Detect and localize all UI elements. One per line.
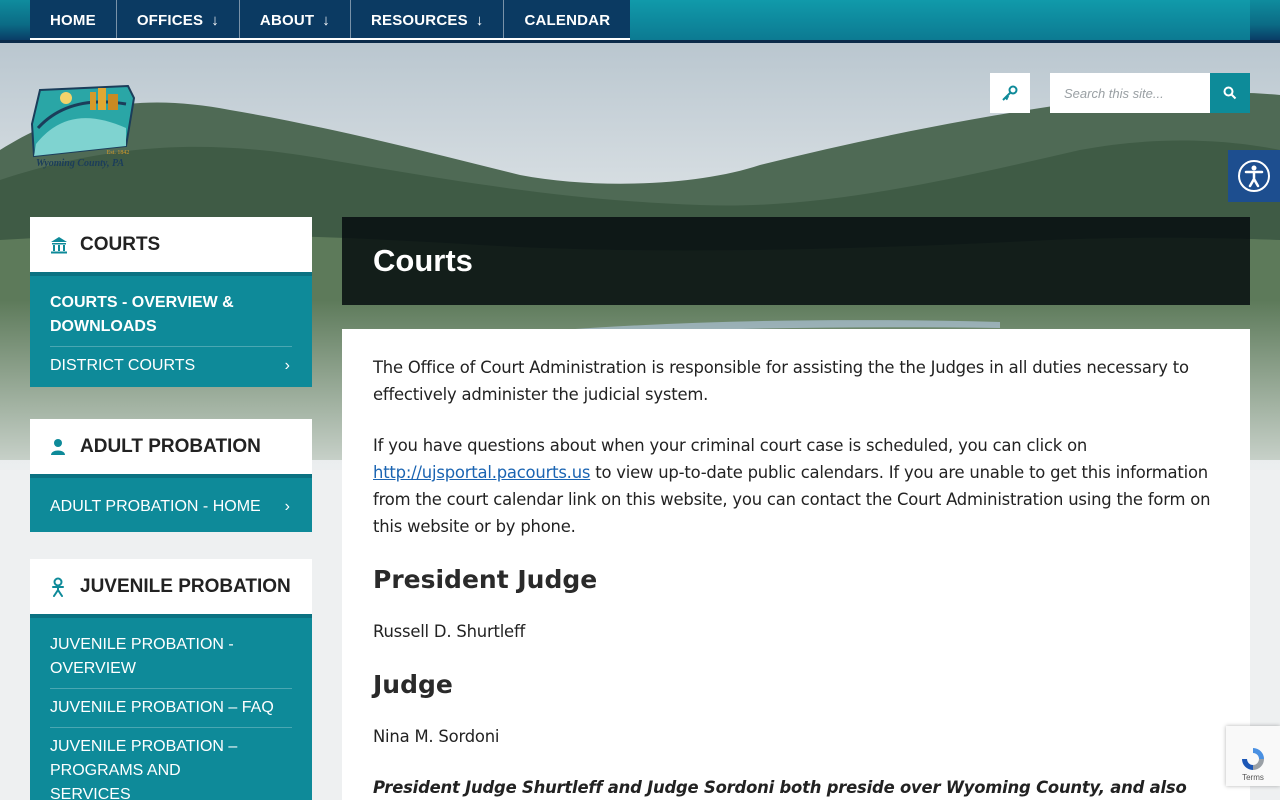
sidebar-item-juvenile-programs[interactable]: JUVENILE PROBATION – PROGRAMS AND SERVIC…: [50, 728, 292, 800]
nav-offices-label: OFFICES: [136, 11, 204, 29]
nav-home-label: HOME: [50, 11, 96, 29]
nav-resources[interactable]: RESOURCES ↓: [351, 0, 505, 40]
chevron-right-icon: ›: [284, 498, 290, 515]
sidebar-courts-list: COURTS - OVERVIEW & DOWNLOADS DISTRICT C…: [30, 276, 312, 387]
calendar-paragraph-text: If you have questions about when your cr…: [373, 436, 1088, 455]
arrow-down-icon: ↓: [475, 11, 484, 29]
sidebar-courts: COURTS COURTS - OVERVIEW & DOWNLOADS DIS…: [30, 217, 312, 387]
nav-about[interactable]: ABOUT ↓: [240, 0, 351, 40]
ujs-portal-link[interactable]: http://ujsportal.pacourts.us: [373, 463, 590, 482]
sidebar-item-label: JUVENILE PROBATION - OVERVIEW: [50, 636, 234, 677]
arrow-down-icon: ↓: [322, 11, 330, 29]
chevron-right-icon: ›: [284, 357, 290, 374]
sidebar-item-label: ADULT PROBATION - HOME: [50, 498, 261, 515]
page-title-bar: Courts: [342, 217, 1250, 305]
search-button[interactable]: [1210, 73, 1250, 113]
main-content: The Office of Court Administration is re…: [342, 329, 1250, 800]
sidebar-courts-heading-label: COURTS: [80, 233, 161, 255]
recaptcha-badge[interactable]: Terms: [1226, 726, 1280, 786]
sidebar-juvenile-probation: JUVENILE PROBATION JUVENILE PROBATION - …: [30, 559, 312, 800]
search-icon: [1223, 86, 1237, 100]
recaptcha-terms-link[interactable]: Terms: [1242, 773, 1264, 782]
judge-heading: Judge: [373, 670, 453, 699]
calendar-paragraph: If you have questions about when your cr…: [373, 432, 1219, 540]
nav-resources-label: RESOURCES: [370, 11, 468, 29]
courthouse-icon: [50, 236, 70, 254]
login-key-button[interactable]: [990, 73, 1030, 113]
president-judge-heading: President Judge: [373, 565, 598, 594]
nav-calendar-label: CALENDAR: [524, 11, 611, 29]
sidebar-item-label: JUVENILE PROBATION – PROGRAMS AND SERVIC…: [50, 738, 238, 800]
logo-text: Wyoming County, PA: [36, 158, 124, 169]
sidebar-juvenile-probation-list: JUVENILE PROBATION - OVERVIEW JUVENILE P…: [30, 618, 312, 800]
sidebar-item-courts-overview[interactable]: COURTS - OVERVIEW & DOWNLOADS: [50, 284, 292, 347]
key-icon: [1002, 85, 1018, 101]
sidebar-adult-probation-list: ADULT PROBATION - HOME ›: [30, 478, 312, 532]
sidebar-item-juvenile-overview[interactable]: JUVENILE PROBATION - OVERVIEW: [50, 626, 292, 689]
sidebar-item-label: JUVENILE PROBATION – FAQ: [50, 699, 274, 716]
sidebar-adult-probation-heading[interactable]: ADULT PROBATION: [30, 419, 312, 478]
top-bar-accent: [612, 0, 1250, 40]
judge-name: Nina M. Sordoni: [373, 727, 500, 746]
sidebar-item-adult-probation-home[interactable]: ADULT PROBATION - HOME ›: [50, 488, 292, 526]
county-logo[interactable]: Wyoming County, PA Est. 1842: [30, 84, 138, 172]
sidebar-item-juvenile-faq[interactable]: JUVENILE PROBATION – FAQ: [50, 689, 292, 728]
page-title: Courts: [373, 243, 473, 278]
judges-note: President Judge Shurtleff and Judge Sord…: [373, 778, 1187, 797]
sidebar-item-label: DISTRICT COURTS: [50, 357, 196, 374]
logo-est: Est. 1842: [107, 150, 130, 156]
nav-offices[interactable]: OFFICES ↓: [117, 0, 240, 40]
president-judge-name: Russell D. Shurtleff: [373, 622, 526, 641]
recaptcha-icon: [1242, 748, 1264, 770]
accessibility-button[interactable]: [1228, 150, 1280, 202]
arrow-down-icon: ↓: [211, 11, 219, 29]
search-input[interactable]: [1050, 73, 1210, 113]
sidebar-juvenile-probation-heading[interactable]: JUVENILE PROBATION: [30, 559, 312, 618]
intro-paragraph: The Office of Court Administration is re…: [373, 358, 1189, 404]
sidebar-courts-heading[interactable]: COURTS: [30, 217, 312, 276]
user-icon: [50, 438, 70, 456]
sidebar-item-district-courts[interactable]: DISTRICT COURTS ›: [50, 347, 292, 385]
person-icon: [50, 577, 70, 597]
sidebar-adult-probation: ADULT PROBATION ADULT PROBATION - HOME ›: [30, 419, 312, 532]
nav-about-label: ABOUT: [259, 11, 315, 29]
sidebar-juvenile-probation-heading-label: JUVENILE PROBATION: [80, 575, 291, 597]
nav-home[interactable]: HOME: [30, 0, 117, 40]
sidebar-item-label: COURTS - OVERVIEW & DOWNLOADS: [50, 294, 234, 335]
sidebar-adult-probation-heading-label: ADULT PROBATION: [80, 435, 261, 457]
nav-calendar[interactable]: CALENDAR: [504, 0, 630, 40]
accessibility-icon: [1238, 160, 1270, 192]
main-nav: HOME OFFICES ↓ ABOUT ↓ RESOURCES ↓ CALENDAR: [30, 0, 631, 40]
